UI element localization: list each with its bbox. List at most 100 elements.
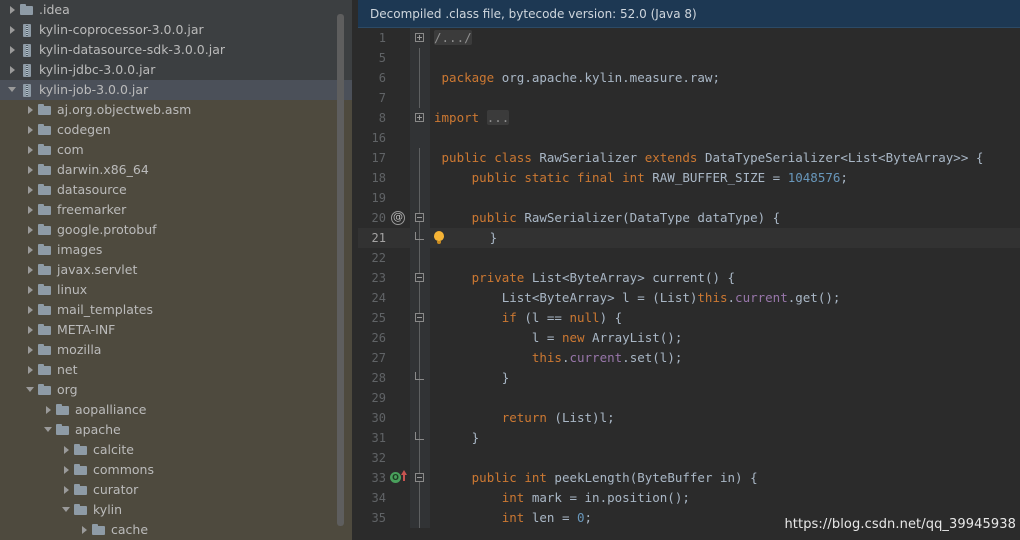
chevron-right-icon[interactable] <box>62 460 73 480</box>
tree-item-google-protobuf[interactable]: google.protobuf <box>0 220 358 240</box>
code-line-text[interactable]: public class RawSerializer extends DataT… <box>430 148 1020 168</box>
code-line-text[interactable]: package org.apache.kylin.measure.raw; <box>430 68 1020 88</box>
code-line[interactable]: 26 l = new ArrayList(); <box>358 328 1020 348</box>
code-line[interactable]: 17 public class RawSerializer extends Da… <box>358 148 1020 168</box>
gutter-marker-area[interactable] <box>388 288 410 308</box>
tree-item-curator[interactable]: curator <box>0 480 358 500</box>
code-folding-gutter[interactable] <box>410 188 430 208</box>
overriding-method-icon[interactable]: O <box>390 472 401 483</box>
code-folding-gutter[interactable] <box>410 268 430 288</box>
code-line[interactable]: 7 <box>358 88 1020 108</box>
tree-item-commons[interactable]: commons <box>0 460 358 480</box>
sidebar-scrollbar-thumb[interactable] <box>337 14 344 526</box>
tree-item-kylin[interactable]: kylin <box>0 500 358 520</box>
chevron-right-icon[interactable] <box>62 440 73 460</box>
gutter-marker-area[interactable] <box>388 188 410 208</box>
gutter-marker-area[interactable] <box>388 28 410 48</box>
chevron-right-icon[interactable] <box>26 200 37 220</box>
code-line[interactable]: 25 if (l == null) { <box>358 308 1020 328</box>
chevron-right-icon[interactable] <box>26 340 37 360</box>
chevron-right-icon[interactable] <box>26 120 37 140</box>
code-folding-gutter[interactable] <box>410 88 430 108</box>
tree-item-codegen[interactable]: codegen <box>0 120 358 140</box>
gutter-marker-area[interactable] <box>388 48 410 68</box>
chevron-right-icon[interactable] <box>26 100 37 120</box>
code-line-text[interactable]: this.current.set(l); <box>430 348 1020 368</box>
chevron-right-icon[interactable] <box>26 140 37 160</box>
chevron-down-icon[interactable] <box>62 500 73 520</box>
code-line-text[interactable]: } <box>430 428 1020 448</box>
code-line-text[interactable]: int len = 0; <box>430 508 1020 528</box>
code-folding-gutter[interactable] <box>410 308 430 328</box>
code-line[interactable]: 16 <box>358 128 1020 148</box>
code-line-text[interactable]: private List<ByteArray> current() { <box>430 268 1020 288</box>
code-line-text[interactable]: import ... <box>430 108 1020 128</box>
tree-item-linux[interactable]: linux <box>0 280 358 300</box>
chevron-right-icon[interactable] <box>62 480 73 500</box>
tree-item-images[interactable]: images <box>0 240 358 260</box>
code-folding-gutter[interactable] <box>410 488 430 508</box>
code-line[interactable]: 22 <box>358 248 1020 268</box>
tree-item-javax-servlet[interactable]: javax.servlet <box>0 260 358 280</box>
override-arrow-icon[interactable] <box>401 470 407 481</box>
gutter-marker-area[interactable] <box>388 68 410 88</box>
chevron-down-icon[interactable] <box>44 420 55 440</box>
gutter-marker-area[interactable] <box>388 248 410 268</box>
gutter-marker-area[interactable] <box>388 128 410 148</box>
tree-item-com[interactable]: com <box>0 140 358 160</box>
code-line[interactable]: 19 <box>358 188 1020 208</box>
tree-item-darwin-x86-64[interactable]: darwin.x86_64 <box>0 160 358 180</box>
gutter-marker-area[interactable] <box>388 368 410 388</box>
code-editor[interactable]: 1 /.../ 5 6 package org.apache.kylin.measur… <box>358 28 1020 540</box>
code-folding-gutter[interactable] <box>410 448 430 468</box>
tree-item-aopalliance[interactable]: aopalliance <box>0 400 358 420</box>
code-line-text[interactable] <box>430 188 1020 208</box>
code-line[interactable]: 29 <box>358 388 1020 408</box>
project-tree-panel[interactable]: .idea kylin-coprocessor-3.0.0.jar kylin-da… <box>0 0 358 540</box>
code-folding-gutter[interactable] <box>410 228 430 248</box>
code-folding-gutter[interactable] <box>410 28 430 48</box>
code-line[interactable]: 1 /.../ <box>358 28 1020 48</box>
gutter-marker-area[interactable] <box>388 308 410 328</box>
gutter-marker-area[interactable] <box>388 228 410 248</box>
code-line-text[interactable]: public int peekLength(ByteBuffer in) { <box>430 468 1020 488</box>
code-line[interactable]: 31 } <box>358 428 1020 448</box>
gutter-marker-area[interactable]: @ <box>388 208 410 228</box>
project-tree[interactable]: .idea kylin-coprocessor-3.0.0.jar kylin-da… <box>0 0 358 540</box>
chevron-right-icon[interactable] <box>8 0 19 20</box>
fold-collapse-icon[interactable] <box>415 273 424 282</box>
chevron-right-icon[interactable] <box>26 220 37 240</box>
tree-item-cache[interactable]: cache <box>0 520 358 540</box>
chevron-down-icon[interactable] <box>26 380 37 400</box>
code-line[interactable]: 30 return (List)l; <box>358 408 1020 428</box>
code-line-text[interactable]: l = new ArrayList(); <box>430 328 1020 348</box>
chevron-right-icon[interactable] <box>26 280 37 300</box>
chevron-right-icon[interactable] <box>44 400 55 420</box>
tree-item-kylin-jdbc-3-0-0-jar[interactable]: kylin-jdbc-3.0.0.jar <box>0 60 358 80</box>
code-line[interactable]: 32 <box>358 448 1020 468</box>
code-line[interactable]: 27 this.current.set(l); <box>358 348 1020 368</box>
code-folding-gutter[interactable] <box>410 48 430 68</box>
chevron-down-icon[interactable] <box>8 80 19 100</box>
code-folding-gutter[interactable] <box>410 368 430 388</box>
gutter-marker-area[interactable]: O <box>388 468 410 488</box>
code-folding-gutter[interactable] <box>410 208 430 228</box>
gutter-marker-area[interactable] <box>388 168 410 188</box>
code-line-text[interactable]: public RawSerializer(DataType dataType) … <box>430 208 1020 228</box>
tree-item--idea[interactable]: .idea <box>0 0 358 20</box>
chevron-right-icon[interactable] <box>8 60 19 80</box>
code-line-text[interactable]: /.../ <box>430 28 1020 48</box>
tree-item-net[interactable]: net <box>0 360 358 380</box>
tree-item-calcite[interactable]: calcite <box>0 440 358 460</box>
code-folding-gutter[interactable] <box>410 508 430 528</box>
intention-bulb-area[interactable] <box>430 228 448 248</box>
code-line[interactable]: 33 O public int peekLength(ByteBuffer in)… <box>358 468 1020 488</box>
tree-item-org[interactable]: org <box>0 380 358 400</box>
code-folding-gutter[interactable] <box>410 328 430 348</box>
fold-end-icon[interactable] <box>415 372 424 380</box>
code-line-text[interactable]: public static final int RAW_BUFFER_SIZE … <box>430 168 1020 188</box>
code-folding-gutter[interactable] <box>410 288 430 308</box>
tree-item-kylin-job-3-0-0-jar[interactable]: kylin-job-3.0.0.jar <box>0 80 358 100</box>
code-line[interactable]: 20 @ public RawSerializer(DataType dataTy… <box>358 208 1020 228</box>
code-line-text[interactable] <box>430 248 1020 268</box>
